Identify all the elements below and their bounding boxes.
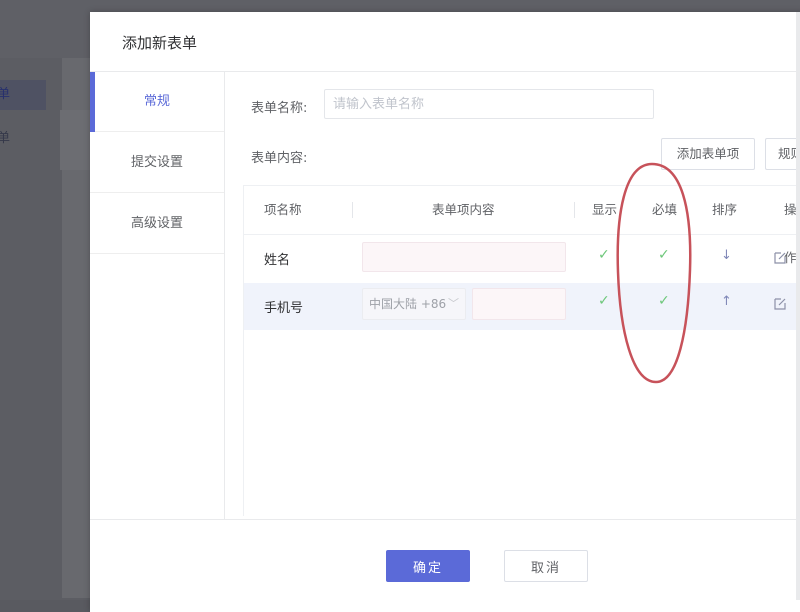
arrow-down-icon[interactable]: ↓ bbox=[721, 248, 732, 263]
add-form-item-button[interactable]: 添加表单项 bbox=[661, 138, 755, 170]
table-row: 姓名 ✓ ✓ ↓ bbox=[244, 235, 800, 282]
item-name: 姓名 bbox=[264, 253, 291, 268]
column-divider bbox=[352, 202, 353, 218]
footer-divider bbox=[90, 519, 800, 520]
tab-submit-settings[interactable]: 提交设置 bbox=[90, 133, 224, 193]
table-row: 手机号 中国大陆 +86 ﹀ ✓ ✓ ↑ bbox=[244, 283, 800, 330]
active-tab-indicator bbox=[90, 72, 95, 132]
modal-edge bbox=[796, 12, 800, 600]
tab-label: 高级设置 bbox=[130, 216, 183, 231]
form-items-table: 项名称 表单项内容 显示 必填 排序 操作 姓名 ✓ ✓ ↓ 手机号 中国大陆 … bbox=[243, 185, 800, 516]
tab-general[interactable]: 常规 bbox=[90, 72, 224, 132]
chevron-down-icon: ﹀ bbox=[448, 297, 459, 310]
form-name-input[interactable] bbox=[324, 89, 654, 119]
cancel-button[interactable]: 取消 bbox=[504, 550, 588, 582]
tab-label: 提交设置 bbox=[130, 155, 183, 170]
required-check-icon[interactable]: ✓ bbox=[658, 247, 670, 263]
arrow-up-icon[interactable]: ↑ bbox=[721, 294, 732, 309]
show-check-icon[interactable]: ✓ bbox=[598, 247, 610, 263]
add-form-dialog: 添加新表单 常规 提交设置 高级设置 表单名称: 表单内容: 添加表单项 规则 … bbox=[90, 12, 800, 612]
phone-preview-input bbox=[472, 288, 566, 320]
header-item-content: 表单项内容 bbox=[432, 202, 495, 217]
form-name-label: 表单名称: bbox=[251, 101, 308, 116]
tab-label: 常规 bbox=[143, 94, 170, 109]
header-item-name: 项名称 bbox=[264, 202, 302, 217]
header-sort: 排序 bbox=[712, 202, 738, 217]
settings-tabs: 常规 提交设置 高级设置 bbox=[90, 72, 225, 520]
table-header: 项名称 表单项内容 显示 必填 排序 操作 bbox=[244, 186, 800, 265]
region-code-select[interactable]: 中国大陆 +86 ﹀ bbox=[362, 288, 466, 320]
header-show: 显示 bbox=[592, 202, 618, 217]
name-preview-input bbox=[362, 242, 566, 272]
dialog-title: 添加新表单 bbox=[122, 34, 198, 52]
edit-icon[interactable] bbox=[772, 296, 788, 312]
background-sidebar-item: 单 bbox=[0, 131, 10, 146]
region-code-value: 中国大陆 +86 bbox=[369, 297, 447, 311]
item-name: 手机号 bbox=[264, 301, 304, 316]
show-check-icon[interactable]: ✓ bbox=[598, 293, 610, 309]
background-card bbox=[60, 110, 90, 170]
required-check-icon[interactable]: ✓ bbox=[658, 293, 670, 309]
background-sidebar-item: 单 bbox=[0, 80, 46, 110]
column-divider bbox=[574, 202, 575, 218]
tab-advanced-settings[interactable]: 高级设置 bbox=[90, 194, 224, 254]
confirm-button[interactable]: 确定 bbox=[386, 550, 470, 582]
general-settings-panel: 表单名称: 表单内容: 添加表单项 规则 项名称 表单项内容 显示 必填 排序 … bbox=[225, 72, 800, 520]
form-content-label: 表单内容: bbox=[251, 151, 308, 166]
header-required: 必填 bbox=[652, 202, 678, 217]
rules-button[interactable]: 规则 bbox=[765, 138, 800, 170]
edit-icon[interactable] bbox=[772, 250, 788, 266]
